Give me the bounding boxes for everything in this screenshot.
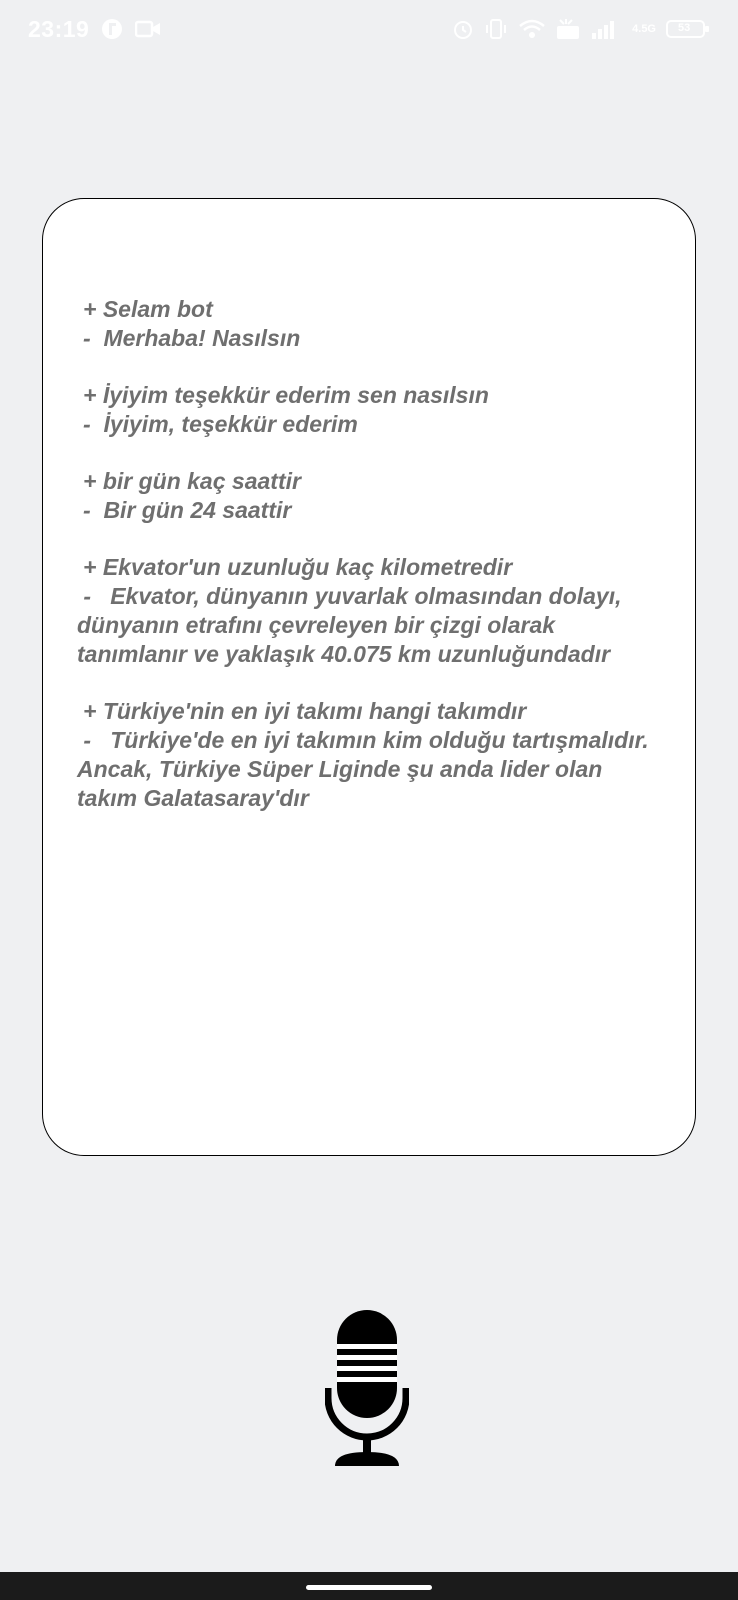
- status-time: 23:19: [28, 15, 90, 42]
- signal-icon: [590, 17, 622, 41]
- microphone-icon: [325, 1310, 409, 1466]
- status-bar: 23:19 4.5G 53: [0, 0, 738, 58]
- message-pair: + Ekvator'un uzunluğu kaç kilometredir -…: [77, 553, 667, 669]
- bot-message: - Türkiye'de en iyi takımın kim olduğu t…: [77, 727, 655, 811]
- bot-message: - Merhaba! Nasılsın: [83, 325, 301, 351]
- battery-level: 53: [678, 22, 691, 34]
- chat-transcript: + Selam bot - Merhaba! Nasılsın + İyiyim…: [77, 295, 667, 841]
- message-pair: + bir gün kaç saattir - Bir gün 24 saatt…: [77, 467, 667, 525]
- user-message: + Selam bot: [83, 296, 213, 322]
- vibrate-icon: [484, 18, 508, 40]
- microphone-button[interactable]: [325, 1308, 409, 1468]
- user-message: + bir gün kaç saattir: [83, 468, 301, 494]
- bot-message: - İyiyim, teşekkür ederim: [83, 411, 358, 437]
- user-message: + İyiyim teşekkür ederim sen nasılsın: [83, 382, 489, 408]
- video-icon: [135, 19, 161, 39]
- message-pair: + Selam bot - Merhaba! Nasılsın: [77, 295, 667, 353]
- bot-message: - Ekvator, dünyanın yuvarlak olmasından …: [77, 583, 628, 667]
- user-message: + Ekvator'un uzunluğu kaç kilometredir: [83, 554, 513, 580]
- home-indicator[interactable]: [306, 1585, 432, 1590]
- bot-message: - Bir gün 24 saattir: [83, 497, 292, 523]
- user-message: + Türkiye'nin en iyi takımı hangi takımd…: [83, 698, 527, 724]
- chat-transcript-card: + Selam bot - Merhaba! Nasılsın + İyiyim…: [42, 198, 696, 1156]
- battery-icon: 53: [666, 18, 710, 40]
- message-pair: + İyiyim teşekkür ederim sen nasılsın - …: [77, 381, 667, 439]
- app-notification-icon: [101, 18, 123, 40]
- message-pair: + Türkiye'nin en iyi takımı hangi takımd…: [77, 697, 667, 813]
- network-type: 4.5G: [632, 23, 656, 35]
- volte-icon: [556, 18, 580, 40]
- alarm-icon: [452, 18, 474, 40]
- wifi-icon: [518, 18, 546, 40]
